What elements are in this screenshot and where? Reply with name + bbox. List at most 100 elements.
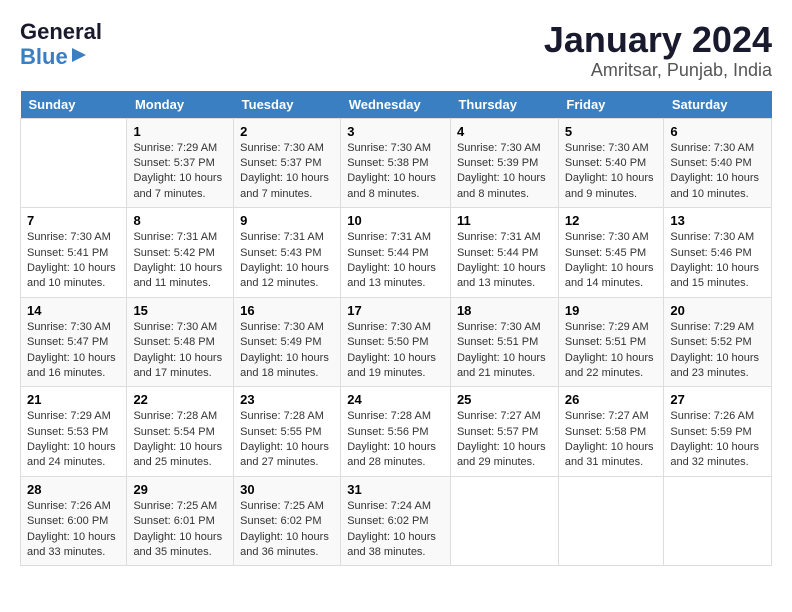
calendar-cell: 19 Sunrise: 7:29 AM Sunset: 5:51 PM Dayli… — [558, 297, 664, 387]
day-number: 11 — [457, 213, 552, 228]
day-number: 12 — [565, 213, 658, 228]
day-number: 3 — [347, 124, 444, 139]
day-number: 22 — [133, 392, 227, 407]
day-info: Sunrise: 7:31 AM Sunset: 5:44 PM Dayligh… — [457, 230, 552, 292]
calendar-cell: 21 Sunrise: 7:29 AM Sunset: 5:53 PM Dayli… — [21, 387, 127, 477]
day-info: Sunrise: 7:27 AM Sunset: 5:57 PM Dayligh… — [457, 409, 552, 471]
day-info: Sunrise: 7:28 AM Sunset: 5:55 PM Dayligh… — [240, 409, 334, 471]
day-number: 7 — [27, 213, 120, 228]
day-number: 6 — [670, 124, 765, 139]
logo-blue: Blue — [20, 45, 68, 69]
day-info: Sunrise: 7:31 AM Sunset: 5:42 PM Dayligh… — [133, 230, 227, 292]
day-info: Sunrise: 7:30 AM Sunset: 5:50 PM Dayligh… — [347, 320, 444, 382]
calendar-cell: 31 Sunrise: 7:24 AM Sunset: 6:02 PM Dayli… — [341, 476, 451, 566]
calendar-cell: 30 Sunrise: 7:25 AM Sunset: 6:02 PM Dayli… — [234, 476, 341, 566]
calendar-table: SundayMondayTuesdayWednesdayThursdayFrid… — [20, 91, 772, 567]
day-info: Sunrise: 7:30 AM Sunset: 5:41 PM Dayligh… — [27, 230, 120, 292]
day-info: Sunrise: 7:25 AM Sunset: 6:01 PM Dayligh… — [133, 499, 227, 561]
day-info: Sunrise: 7:30 AM Sunset: 5:51 PM Dayligh… — [457, 320, 552, 382]
calendar-cell: 1Sunrise: 7:29 AM Sunset: 5:37 PM Daylig… — [127, 118, 234, 208]
calendar-cell: 20 Sunrise: 7:29 AM Sunset: 5:52 PM Dayli… — [664, 297, 772, 387]
day-number: 2 — [240, 124, 334, 139]
calendar-cell: 24 Sunrise: 7:28 AM Sunset: 5:56 PM Dayli… — [341, 387, 451, 477]
week-row-2: 7 Sunrise: 7:30 AM Sunset: 5:41 PM Daylig… — [21, 208, 772, 298]
month-title: January 2024 — [544, 20, 772, 60]
day-info: Sunrise: 7:30 AM Sunset: 5:40 PM Dayligh… — [670, 141, 765, 203]
day-number: 1 — [133, 124, 227, 139]
calendar-cell: 28Sunrise: 7:26 AM Sunset: 6:00 PM Dayli… — [21, 476, 127, 566]
day-number: 30 — [240, 482, 334, 497]
calendar-cell — [664, 476, 772, 566]
calendar-cell: 10 Sunrise: 7:31 AM Sunset: 5:44 PM Dayli… — [341, 208, 451, 298]
logo: General Blue — [20, 20, 102, 69]
day-info: Sunrise: 7:30 AM Sunset: 5:39 PM Dayligh… — [457, 141, 552, 203]
day-number: 4 — [457, 124, 552, 139]
day-info: Sunrise: 7:30 AM Sunset: 5:46 PM Dayligh… — [670, 230, 765, 292]
day-number: 23 — [240, 392, 334, 407]
header-tuesday: Tuesday — [234, 91, 341, 119]
calendar-cell: 16 Sunrise: 7:30 AM Sunset: 5:49 PM Dayli… — [234, 297, 341, 387]
calendar-cell: 7 Sunrise: 7:30 AM Sunset: 5:41 PM Daylig… — [21, 208, 127, 298]
day-info: Sunrise: 7:30 AM Sunset: 5:40 PM Dayligh… — [565, 141, 658, 203]
day-number: 20 — [670, 303, 765, 318]
header-saturday: Saturday — [664, 91, 772, 119]
day-number: 9 — [240, 213, 334, 228]
day-number: 19 — [565, 303, 658, 318]
day-number: 25 — [457, 392, 552, 407]
day-info: Sunrise: 7:29 AM Sunset: 5:52 PM Dayligh… — [670, 320, 765, 382]
day-number: 31 — [347, 482, 444, 497]
day-info: Sunrise: 7:28 AM Sunset: 5:56 PM Dayligh… — [347, 409, 444, 471]
day-number: 5 — [565, 124, 658, 139]
calendar-cell: 6 Sunrise: 7:30 AM Sunset: 5:40 PM Daylig… — [664, 118, 772, 208]
day-info: Sunrise: 7:30 AM Sunset: 5:38 PM Dayligh… — [347, 141, 444, 203]
day-number: 13 — [670, 213, 765, 228]
calendar-cell — [558, 476, 664, 566]
day-info: Sunrise: 7:30 AM Sunset: 5:47 PM Dayligh… — [27, 320, 120, 382]
day-number: 8 — [133, 213, 227, 228]
calendar-cell: 11 Sunrise: 7:31 AM Sunset: 5:44 PM Dayli… — [450, 208, 558, 298]
day-info: Sunrise: 7:31 AM Sunset: 5:44 PM Dayligh… — [347, 230, 444, 292]
calendar-cell — [450, 476, 558, 566]
logo-arrow-icon — [72, 46, 90, 69]
calendar-cell: 27 Sunrise: 7:26 AM Sunset: 5:59 PM Dayli… — [664, 387, 772, 477]
calendar-cell: 3 Sunrise: 7:30 AM Sunset: 5:38 PM Daylig… — [341, 118, 451, 208]
header-thursday: Thursday — [450, 91, 558, 119]
day-number: 17 — [347, 303, 444, 318]
day-number: 29 — [133, 482, 227, 497]
day-number: 10 — [347, 213, 444, 228]
day-info: Sunrise: 7:25 AM Sunset: 6:02 PM Dayligh… — [240, 499, 334, 561]
calendar-cell: 29 Sunrise: 7:25 AM Sunset: 6:01 PM Dayli… — [127, 476, 234, 566]
day-number: 21 — [27, 392, 120, 407]
day-info: Sunrise: 7:30 AM Sunset: 5:48 PM Dayligh… — [133, 320, 227, 382]
day-number: 27 — [670, 392, 765, 407]
day-info: Sunrise: 7:30 AM Sunset: 5:49 PM Dayligh… — [240, 320, 334, 382]
calendar-cell: 22 Sunrise: 7:28 AM Sunset: 5:54 PM Dayli… — [127, 387, 234, 477]
day-number: 16 — [240, 303, 334, 318]
calendar-cell: 17 Sunrise: 7:30 AM Sunset: 5:50 PM Dayli… — [341, 297, 451, 387]
calendar-cell: 14Sunrise: 7:30 AM Sunset: 5:47 PM Dayli… — [21, 297, 127, 387]
calendar-cell: 25 Sunrise: 7:27 AM Sunset: 5:57 PM Dayli… — [450, 387, 558, 477]
day-info: Sunrise: 7:30 AM Sunset: 5:37 PM Dayligh… — [240, 141, 334, 203]
day-info: Sunrise: 7:27 AM Sunset: 5:58 PM Dayligh… — [565, 409, 658, 471]
calendar-cell: 26Sunrise: 7:27 AM Sunset: 5:58 PM Dayli… — [558, 387, 664, 477]
day-number: 18 — [457, 303, 552, 318]
day-info: Sunrise: 7:29 AM Sunset: 5:53 PM Dayligh… — [27, 409, 120, 471]
day-info: Sunrise: 7:24 AM Sunset: 6:02 PM Dayligh… — [347, 499, 444, 561]
header-sunday: Sunday — [21, 91, 127, 119]
day-number: 15 — [133, 303, 227, 318]
day-number: 24 — [347, 392, 444, 407]
calendar-cell: 18 Sunrise: 7:30 AM Sunset: 5:51 PM Dayli… — [450, 297, 558, 387]
week-row-5: 28Sunrise: 7:26 AM Sunset: 6:00 PM Dayli… — [21, 476, 772, 566]
day-info: Sunrise: 7:28 AM Sunset: 5:54 PM Dayligh… — [133, 409, 227, 471]
calendar-cell: 13 Sunrise: 7:30 AM Sunset: 5:46 PM Dayli… — [664, 208, 772, 298]
day-info: Sunrise: 7:30 AM Sunset: 5:45 PM Dayligh… — [565, 230, 658, 292]
calendar-cell: 15 Sunrise: 7:30 AM Sunset: 5:48 PM Dayli… — [127, 297, 234, 387]
week-row-4: 21 Sunrise: 7:29 AM Sunset: 5:53 PM Dayli… — [21, 387, 772, 477]
day-number: 28 — [27, 482, 120, 497]
calendar-cell: 12 Sunrise: 7:30 AM Sunset: 5:45 PM Dayli… — [558, 208, 664, 298]
day-info: Sunrise: 7:29 AM Sunset: 5:51 PM Dayligh… — [565, 320, 658, 382]
day-info: Sunrise: 7:26 AM Sunset: 5:59 PM Dayligh… — [670, 409, 765, 471]
header-wednesday: Wednesday — [341, 91, 451, 119]
calendar-cell: 23 Sunrise: 7:28 AM Sunset: 5:55 PM Dayli… — [234, 387, 341, 477]
calendar-cell — [21, 118, 127, 208]
